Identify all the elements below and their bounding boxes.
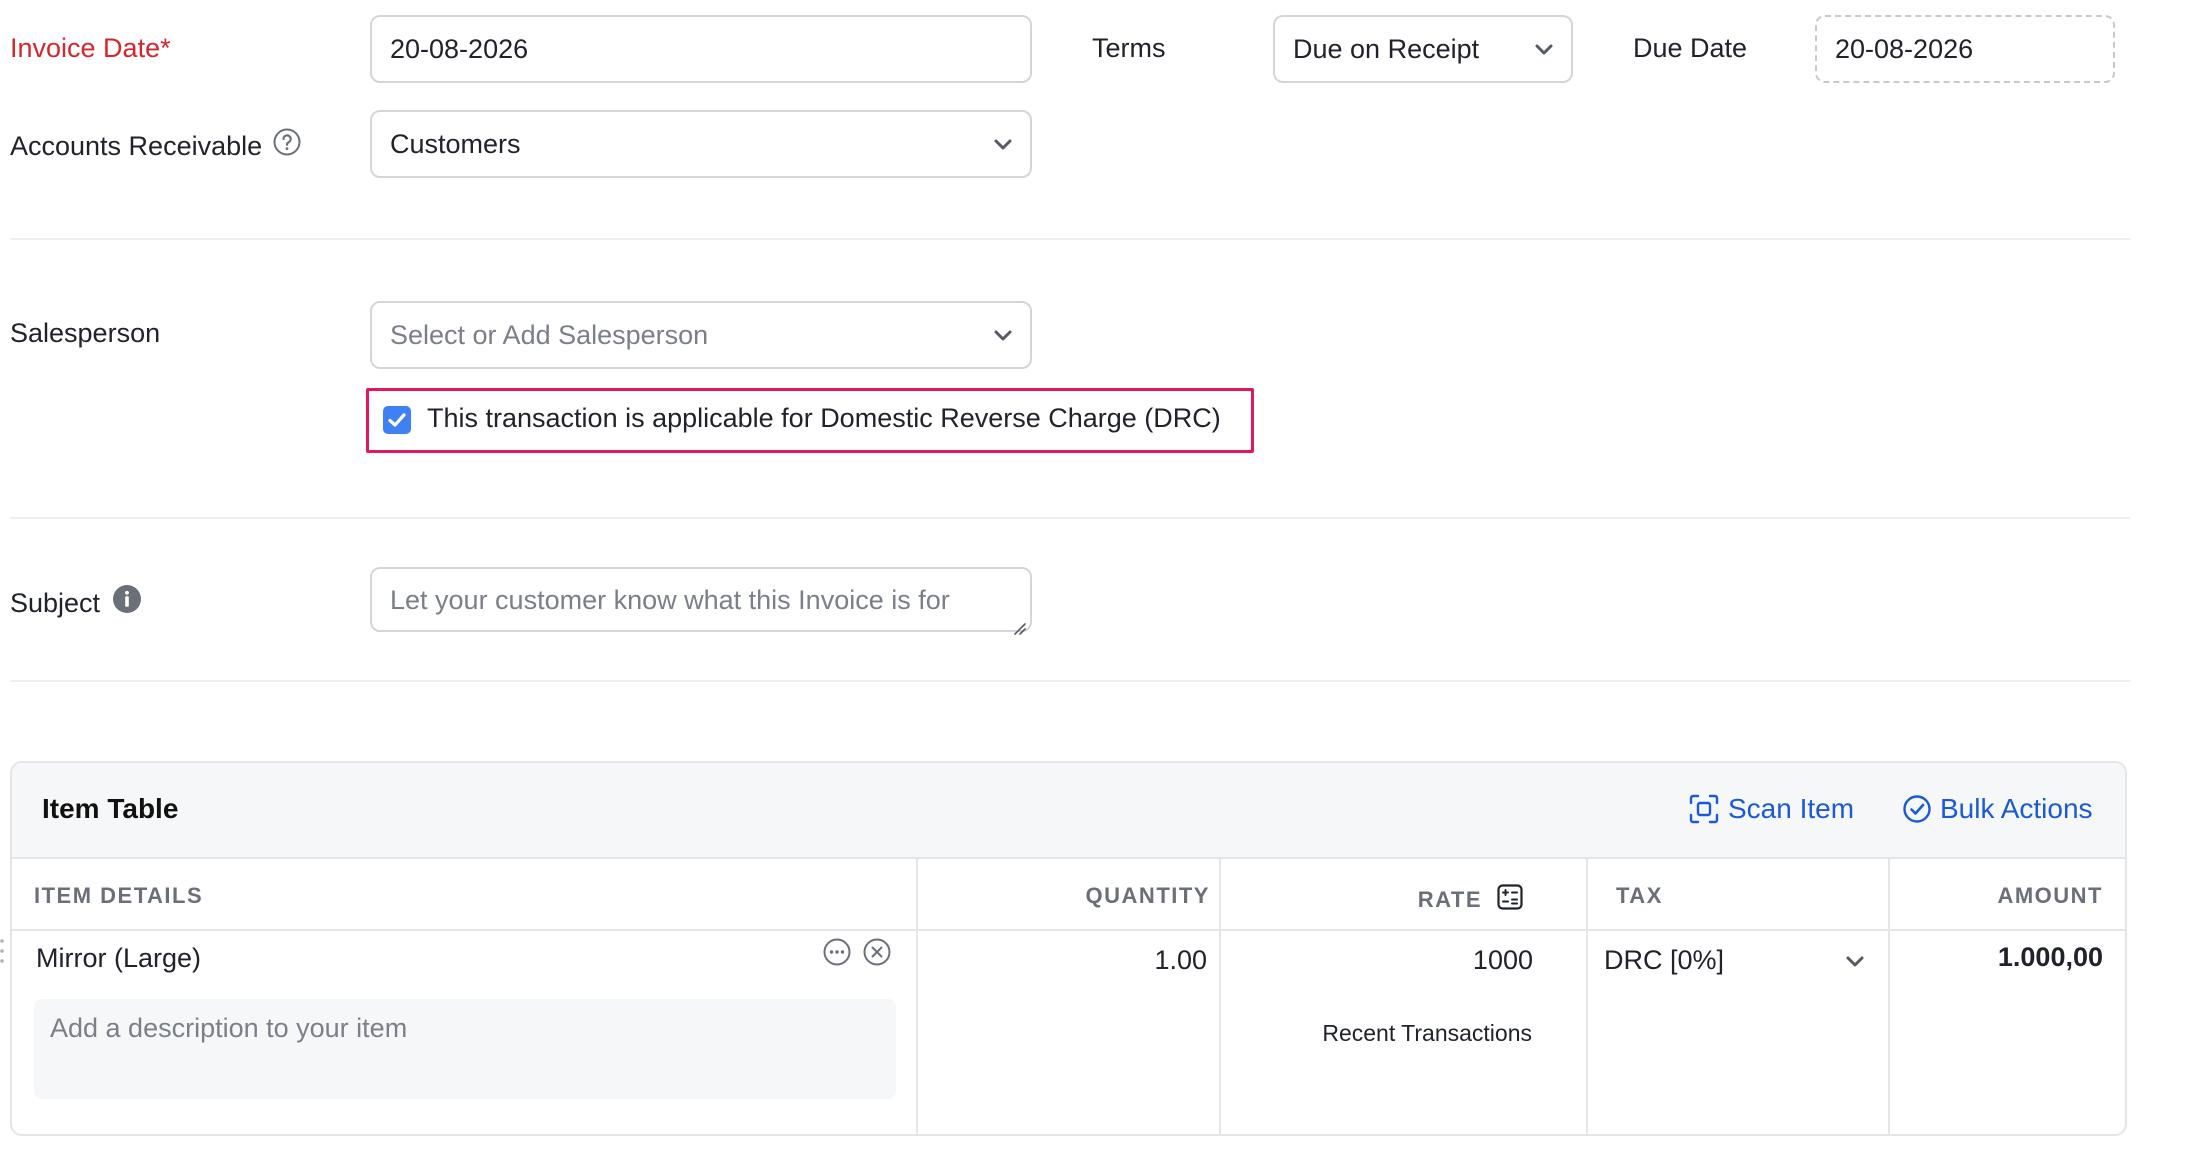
item-name[interactable]: Mirror (Large) <box>36 942 201 974</box>
column-separator <box>916 859 918 1134</box>
column-separator <box>1586 859 1588 1134</box>
subject-placeholder: Let your customer know what this Invoice… <box>390 584 950 615</box>
recent-transactions-link[interactable]: Recent Transactions <box>1322 1017 1532 1049</box>
due-date-input[interactable]: 20-08-2026 <box>1815 15 2115 83</box>
item-quantity[interactable]: 1.00 <box>1154 944 1207 976</box>
section-divider <box>10 517 2130 519</box>
item-tax-select[interactable]: DRC [0%] <box>1604 935 1868 983</box>
invoice-date-value: 20-08-2026 <box>390 34 529 64</box>
resize-grip-icon[interactable] <box>1010 610 1026 635</box>
help-icon[interactable] <box>272 127 302 164</box>
terms-label: Terms <box>1092 33 1166 63</box>
info-icon[interactable] <box>112 584 142 621</box>
terms-value: Due on Receipt <box>1293 34 1480 64</box>
due-date-value: 20-08-2026 <box>1835 34 1974 64</box>
section-divider <box>10 238 2130 240</box>
item-table-column-headers: ITEM DETAILS QUANTITY RATE TAX AMOUNT <box>12 859 2125 931</box>
subject-label: Subject <box>10 587 101 618</box>
column-header-rate-group: RATE <box>1418 883 1524 917</box>
column-separator <box>1219 859 1221 1134</box>
item-tax-value: DRC [0%] <box>1604 945 1725 975</box>
column-header-tax: TAX <box>1616 883 1663 908</box>
item-description-placeholder: Add a description to your item <box>50 1013 408 1043</box>
chevron-down-icon <box>992 138 1014 152</box>
calculator-icon[interactable] <box>1496 883 1524 917</box>
check-circle-icon <box>1903 795 1931 823</box>
check-icon <box>388 413 406 427</box>
salesperson-label: Salesperson <box>10 318 161 348</box>
item-description-input[interactable]: Add a description to your item <box>34 999 896 1099</box>
column-header-amount: AMOUNT <box>1997 883 2103 908</box>
drc-checkbox-label[interactable]: This transaction is applicable for Domes… <box>427 402 1221 434</box>
subject-textarea[interactable]: Let your customer know what this Invoice… <box>370 567 1032 635</box>
accounts-receivable-label: Accounts Receivable <box>10 130 263 161</box>
column-header-item-details: ITEM DETAILS <box>34 883 204 908</box>
salesperson-placeholder: Select or Add Salesperson <box>390 320 709 350</box>
bulk-actions-label: Bulk Actions <box>1940 793 2093 824</box>
drc-highlight-box: This transaction is applicable for Domes… <box>366 388 1254 453</box>
invoice-date-input[interactable]: 20-08-2026 <box>370 15 1032 83</box>
item-amount: 1.000,00 <box>1997 942 2103 972</box>
remove-item-icon[interactable] <box>862 937 892 967</box>
scan-icon <box>1689 794 1719 824</box>
column-header-rate: RATE <box>1417 887 1482 912</box>
salesperson-select[interactable]: Select or Add Salesperson <box>370 301 1032 369</box>
item-table-header: Item Table Scan Item Bulk Actions <box>12 763 2125 859</box>
drag-handle-icon[interactable] <box>0 935 6 975</box>
section-divider <box>10 680 2130 682</box>
more-options-icon[interactable] <box>822 937 852 967</box>
accounts-receivable-label-group: Accounts Receivable <box>10 127 302 164</box>
column-separator <box>1888 859 1890 1134</box>
column-header-quantity: QUANTITY <box>1085 883 1210 908</box>
chevron-down-icon <box>1533 43 1555 57</box>
item-table: Item Table Scan Item Bulk Actions ITEM D… <box>10 761 2127 1136</box>
drc-checkbox[interactable] <box>383 406 411 434</box>
chevron-down-icon <box>992 329 1014 343</box>
scan-item-label: Scan Item <box>1728 793 1855 824</box>
due-date-label: Due Date <box>1633 33 1748 63</box>
invoice-date-label: Invoice Date* <box>10 33 171 63</box>
bulk-actions-button[interactable]: Bulk Actions <box>1902 793 2093 825</box>
item-table-title: Item Table <box>42 793 179 824</box>
scan-item-button[interactable]: Scan Item <box>1688 793 1854 825</box>
item-rate[interactable]: 1000 <box>1473 944 1533 976</box>
chevron-down-icon <box>1844 955 1866 969</box>
subject-label-group: Subject <box>10 584 142 621</box>
accounts-receivable-value: Customers <box>390 129 521 159</box>
accounts-receivable-select[interactable]: Customers <box>370 110 1032 178</box>
terms-select[interactable]: Due on Receipt <box>1273 15 1573 83</box>
